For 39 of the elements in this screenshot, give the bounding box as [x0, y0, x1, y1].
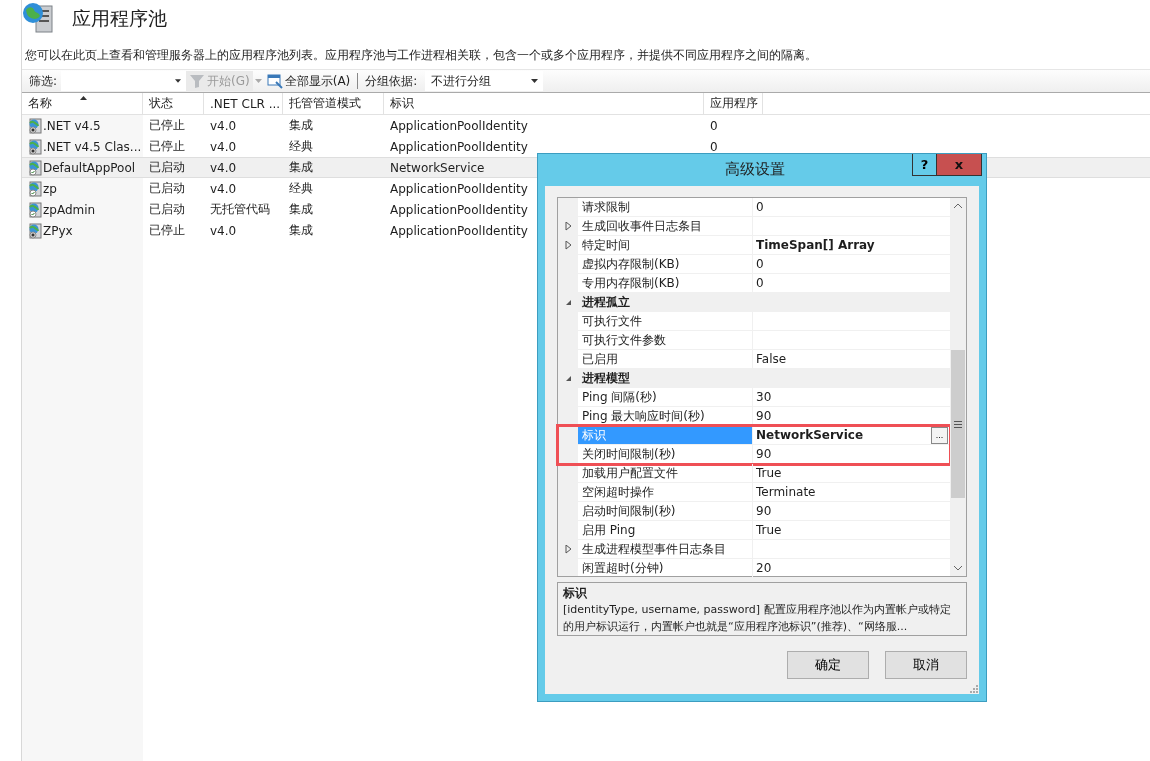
table-cell: zpAdmin — [22, 201, 143, 218]
table-cell-text: 集成 — [288, 117, 314, 134]
table-cell-text: 已启动 — [148, 180, 186, 197]
table-cell: .NET v4.5 Clas... — [22, 138, 143, 155]
page-title: 应用程序池 — [72, 6, 167, 31]
table-cell-text: 集成 — [288, 222, 314, 239]
table-cell-text: ApplicationPoolIdentity — [389, 139, 529, 154]
table-cell-text: 已停止 — [148, 138, 186, 155]
description-title: 标识 — [563, 585, 588, 601]
table-cell-text: 已启动 — [148, 159, 186, 176]
table-cell-text: ApplicationPoolIdentity — [389, 118, 529, 133]
table-cell-text: 无托管代码 — [209, 201, 271, 218]
table-cell-text: 经典 — [288, 180, 314, 197]
group-label: 分组依据: — [364, 72, 419, 90]
table-cell-text: ApplicationPoolIdentity — [389, 223, 528, 238]
table-cell-text: v4.0 — [209, 160, 238, 175]
table-cell: ZPyx — [22, 222, 143, 239]
table-cell-text: ApplicationPoolIdentity — [389, 181, 528, 196]
table-cell-text: 已停止 — [148, 117, 186, 134]
table-cell-text: 经典 — [288, 138, 314, 155]
table-cell-text: v4.0 — [209, 118, 238, 133]
table-cell: zp — [22, 180, 143, 197]
table-cell-text: v4.0 — [209, 181, 238, 196]
table-cell-text: ApplicationPoolIdentity — [389, 202, 528, 217]
table-cell-text: 已启动 — [148, 201, 186, 218]
table-cell-text: v4.0 — [209, 223, 238, 238]
table-cell-text: 0 — [709, 118, 719, 133]
table-cell-text: 集成 — [288, 201, 314, 218]
table-cell-text: 0 — [709, 139, 719, 154]
table-cell-text: 已停止 — [148, 222, 186, 239]
table-cell: .NET v4.5 — [22, 117, 143, 134]
dialog-title: 高级设置 — [724, 159, 786, 180]
table-cell-text: 集成 — [288, 159, 314, 176]
description-text: [identityType, username, password] 配置应用程序池以作为内置帐户或特定的用户标识运行，内置帐户也就是“应用程序池标识”(推荐)、“网络服... — [563, 602, 952, 635]
table-cell: DefaultAppPool — [22, 159, 143, 176]
table-cell-text: v4.0 — [209, 139, 238, 154]
filter-label: 筛选: — [28, 72, 59, 90]
page-description: 您可以在此页上查看和管理服务器上的应用程序池列表。应用程序池与工作进程相关联，包含一个或多个应用程序，并提供不同应用程序之间的隔离。 — [24, 47, 818, 64]
table-cell-text: NetworkService — [389, 160, 485, 175]
